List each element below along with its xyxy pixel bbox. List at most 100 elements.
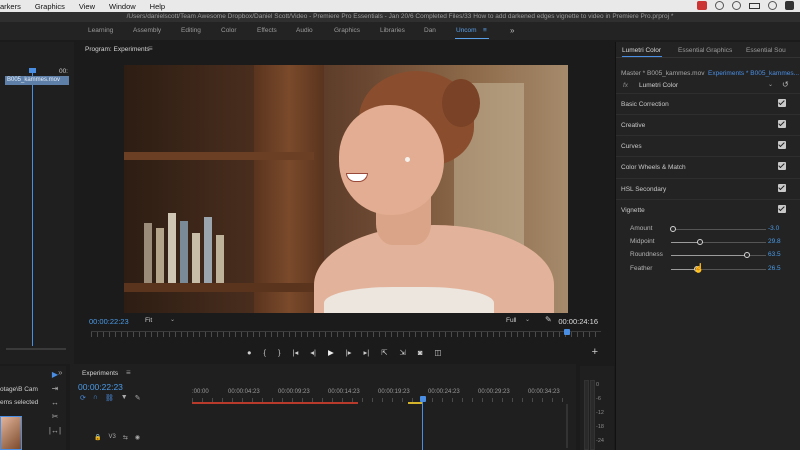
export-frame-icon[interactable]: ◙ (418, 348, 423, 357)
button-editor-add-icon[interactable]: + (592, 346, 598, 358)
workspace-color[interactable]: Color (221, 27, 237, 34)
lift-icon[interactable]: ⇱ (381, 348, 387, 357)
menu-markers[interactable]: arkers (0, 2, 21, 11)
subject-hair-bun (442, 79, 480, 127)
timeline-timecode[interactable]: 00:00:22:23 (78, 382, 123, 392)
lock-icon[interactable]: 🔒 (94, 434, 101, 441)
workspace-uncom[interactable]: Uncom (456, 27, 477, 34)
render-bar-yellow (408, 402, 422, 404)
mouse-cursor-icon: ☝ (693, 263, 705, 273)
battery-icon[interactable] (749, 2, 760, 9)
menu-graphics[interactable]: Graphics (35, 2, 65, 11)
control-center-icon[interactable] (785, 1, 794, 10)
clip-thumbnail[interactable] (0, 416, 22, 450)
source-scrollbar[interactable] (6, 348, 66, 350)
workspaces-overflow-icon[interactable]: » (510, 26, 514, 35)
menu-view[interactable]: View (79, 2, 95, 11)
playback-resolution-select[interactable]: Full (506, 317, 516, 324)
add-marker-icon[interactable]: ● (247, 348, 252, 357)
panel-menu-icon[interactable]: ≡ (126, 368, 131, 377)
source-clip[interactable]: B005_kammes.mov (5, 76, 69, 85)
go-to-out-icon[interactable]: ▸| (364, 348, 370, 357)
timeline-playhead[interactable] (420, 396, 426, 402)
reset-icon[interactable]: ↺ (782, 80, 789, 89)
workspace-libraries[interactable]: Libraries (380, 27, 405, 34)
enable-checkbox[interactable] (778, 184, 786, 192)
timeline-settings-icon[interactable]: ✎ (135, 394, 141, 402)
play-icon[interactable]: ▶ (328, 348, 334, 357)
tab-essential-sound[interactable]: Essential Sou (746, 47, 786, 54)
linked-selection-icon[interactable]: ⛓ (105, 394, 114, 402)
enable-checkbox[interactable] (778, 205, 786, 213)
razor-tool-icon[interactable]: ✂ (52, 412, 59, 421)
section-creative[interactable]: Creative (616, 114, 800, 135)
section-curves[interactable]: Curves (616, 135, 800, 156)
selection-tool-icon[interactable]: ▶ (52, 370, 58, 379)
ripple-edit-tool-icon[interactable]: ↔ (51, 398, 59, 407)
playhead-timecode[interactable]: 00:00:22:23 (89, 317, 129, 326)
chevron-down-icon[interactable]: ⌄ (170, 316, 175, 323)
menu-help[interactable]: Help (150, 2, 165, 11)
section-color-wheels[interactable]: Color Wheels & Match (616, 156, 800, 177)
go-to-in-icon[interactable]: |◂ (293, 348, 299, 357)
amount-slider-knob[interactable] (669, 226, 676, 232)
enable-checkbox[interactable] (778, 162, 786, 170)
search-icon[interactable] (768, 1, 777, 10)
time-machine-icon[interactable] (715, 1, 724, 10)
chevron-down-icon[interactable]: ⌄ (525, 316, 530, 323)
snap-icon[interactable]: ∩ (93, 394, 98, 402)
section-basic-correction[interactable]: Basic Correction (616, 93, 800, 114)
sync-lock-icon[interactable]: ⇆ (123, 434, 128, 441)
slip-tool-icon[interactable]: |↔| (49, 426, 61, 435)
tab-lumetri-color[interactable]: Lumetri Color (622, 47, 661, 54)
workspace-dan[interactable]: Dan (424, 27, 436, 34)
timeline-vertical-scrollbar[interactable] (566, 404, 568, 448)
sequence-clip-label[interactable]: Experiments * B005_kammes... (708, 70, 799, 77)
midpoint-value[interactable]: 29.8 (768, 238, 781, 245)
add-marker-icon[interactable]: ▼ (121, 394, 128, 402)
roundness-value[interactable]: 63.5 (768, 251, 781, 258)
workspace-assembly[interactable]: Assembly (133, 27, 161, 34)
roundness-slider-knob[interactable] (744, 252, 750, 258)
track-select-tool-icon[interactable]: ⇥ (52, 384, 59, 393)
midpoint-slider-knob[interactable] (696, 239, 703, 245)
comparison-view-icon[interactable]: ◫ (434, 348, 441, 357)
workspace-audio[interactable]: Audio (296, 27, 313, 34)
enable-checkbox[interactable] (778, 99, 786, 107)
master-clip-label[interactable]: Master * B005_kammes.mov (621, 70, 704, 77)
feather-value[interactable]: 26.5 (768, 265, 781, 272)
enable-checkbox[interactable] (778, 120, 786, 128)
program-time-ruler[interactable] (91, 331, 601, 337)
effect-selector[interactable]: fx Lumetri Color ⌄ ↺ (621, 80, 796, 91)
panel-menu-icon[interactable]: ≡ (148, 44, 153, 53)
timeline-tab[interactable]: Experiments (82, 370, 118, 377)
menu-window[interactable]: Window (109, 2, 136, 11)
audio-meter-right (590, 380, 595, 450)
tab-essential-graphics[interactable]: Essential Graphics (678, 47, 732, 54)
workspace-learning[interactable]: Learning (88, 27, 113, 34)
zoom-level-select[interactable]: Fit (145, 317, 152, 324)
workspace-graphics[interactable]: Graphics (334, 27, 360, 34)
section-vignette[interactable]: Vignette (616, 199, 800, 220)
step-forward-icon[interactable]: |▸ (346, 348, 352, 357)
program-monitor-tab[interactable]: Program: Experiments (85, 46, 150, 53)
eye-icon[interactable]: ◉ (135, 434, 140, 441)
workspace-menu-icon[interactable]: ≡ (483, 27, 487, 34)
workspace-effects[interactable]: Effects (257, 27, 277, 34)
mark-in-icon[interactable]: { (264, 348, 267, 357)
nest-icon[interactable]: ⟳ (80, 394, 86, 402)
amount-value[interactable]: -3.0 (768, 225, 779, 232)
ruler-tick-label: 00:00:29:23 (478, 389, 510, 395)
app-status-icon[interactable] (697, 1, 707, 10)
mark-out-icon[interactable]: } (278, 348, 281, 357)
section-hsl-secondary[interactable]: HSL Secondary (616, 178, 800, 199)
chevron-down-icon[interactable]: ⌄ (768, 81, 773, 88)
slider-track[interactable] (671, 229, 766, 230)
step-back-icon[interactable]: ◂| (310, 348, 316, 357)
program-playhead[interactable] (564, 329, 570, 335)
enable-checkbox[interactable] (778, 141, 786, 149)
wifi-icon[interactable] (732, 1, 741, 10)
workspace-editing[interactable]: Editing (181, 27, 201, 34)
settings-wrench-icon[interactable]: ✎ (545, 315, 552, 324)
extract-icon[interactable]: ⇲ (400, 348, 406, 357)
